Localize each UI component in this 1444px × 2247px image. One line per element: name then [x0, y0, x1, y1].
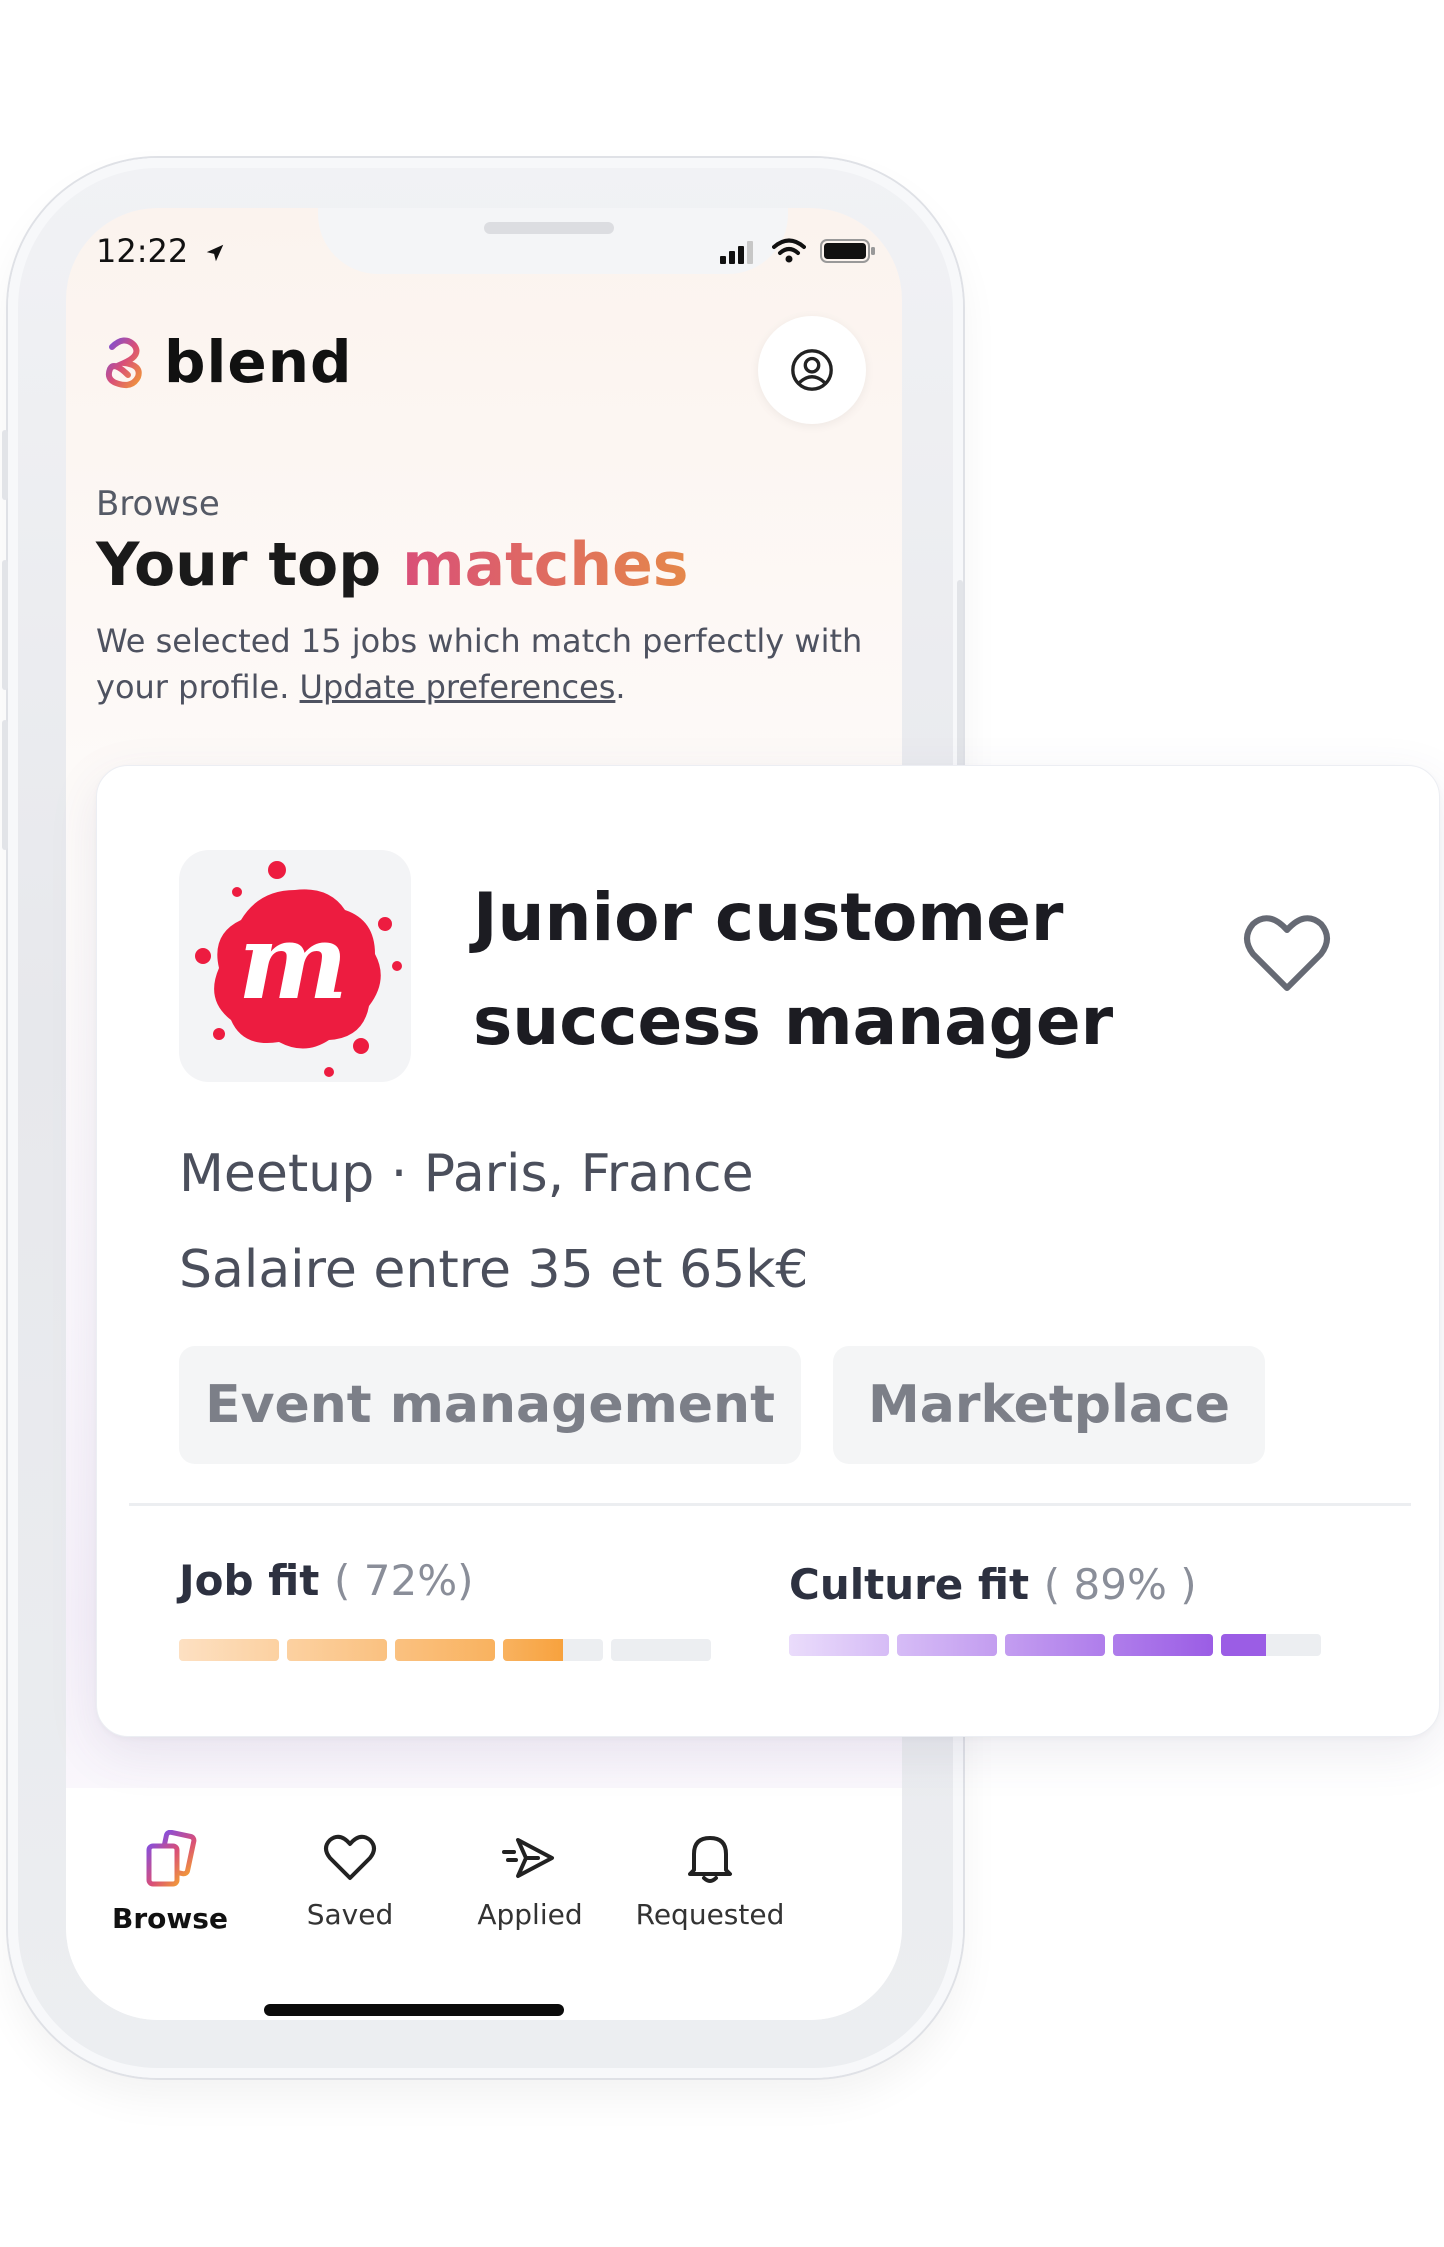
culture-fit-segment	[1005, 1634, 1105, 1656]
job-fit-segment	[503, 1639, 603, 1661]
meetup-logo-icon: m	[195, 861, 402, 1077]
job-fit-segment-fill	[503, 1639, 563, 1661]
culture-fit-percent: ( 89% )	[1043, 1560, 1197, 1609]
job-fit-percent: ( 72%)	[334, 1556, 474, 1605]
cellular-signal-icon	[720, 241, 753, 264]
phone-mute-switch	[2, 430, 8, 500]
tag-event-management: Event management	[179, 1346, 801, 1464]
bell-icon	[688, 1836, 732, 1883]
status-bar-time: 12:22	[96, 232, 226, 270]
blend-logo-icon	[105, 337, 142, 388]
profile-button[interactable]	[758, 316, 866, 424]
culture-fit-segment	[897, 1634, 997, 1656]
company-logo-letter: m	[238, 900, 348, 1023]
phone-speaker	[484, 222, 614, 234]
nav-item-requested[interactable]: Requested	[620, 1830, 800, 1931]
nav-item-applied[interactable]: Applied	[440, 1830, 620, 1931]
phone-power-button	[957, 580, 963, 780]
job-fit-segment-fill	[179, 1639, 279, 1661]
culture-fit-progress-bar	[789, 1634, 1321, 1656]
card-divider	[129, 1503, 1411, 1506]
subtitle-end: .	[615, 668, 626, 706]
page-subtitle: We selected 15 jobs which match perfectl…	[96, 618, 876, 710]
culture-fit-segment	[1221, 1634, 1321, 1656]
job-title-line-2: success manager	[473, 983, 1114, 1060]
job-fit-segment	[611, 1639, 711, 1661]
page-title-accent: matches	[402, 530, 689, 600]
page-title-plain: Your top	[96, 530, 403, 600]
salary-range: Salaire entre 35 et 65k€	[179, 1240, 809, 1300]
save-job-button[interactable]	[1239, 906, 1335, 1002]
job-title-line-1: Junior customer	[473, 879, 1064, 956]
home-indicator	[264, 2004, 564, 2016]
phone-volume-up	[2, 560, 8, 690]
nav-label-requested: Requested	[635, 1898, 785, 1931]
status-bar-icons	[720, 238, 876, 264]
culture-fit-segment-fill	[789, 1634, 889, 1656]
culture-fit-segment	[789, 1634, 889, 1656]
battery-icon	[820, 239, 875, 263]
culture-fit-segment-fill	[1221, 1634, 1266, 1656]
browse-cards-icon	[146, 1829, 197, 1887]
app-logo: blend	[102, 328, 353, 396]
tag-marketplace: Marketplace	[833, 1346, 1265, 1464]
job-title: Junior customer success manager	[473, 866, 1173, 1074]
update-preferences-link[interactable]: Update preferences	[300, 668, 616, 706]
culture-fit-segment-fill	[897, 1634, 997, 1656]
job-fit-segment	[287, 1639, 387, 1661]
phone-notch	[318, 208, 788, 274]
nav-item-saved[interactable]: Saved	[260, 1830, 440, 1931]
location-arrow-icon	[207, 244, 224, 262]
company-location: Meetup · Paris, France	[179, 1144, 754, 1204]
phone-volume-down	[2, 720, 8, 850]
culture-fit-label-text: Culture fit	[789, 1560, 1030, 1609]
job-card[interactable]: m Junior customer success manager Meetup…	[96, 765, 1440, 1737]
job-fit-segment	[179, 1639, 279, 1661]
bottom-nav: Browse Saved Applied Requested	[66, 1788, 902, 2020]
company-logo: m	[179, 850, 411, 1082]
nav-label-saved: Saved	[306, 1898, 394, 1931]
job-fit-segment-fill	[395, 1639, 495, 1661]
nav-label-applied: Applied	[477, 1898, 583, 1931]
job-fit-segment	[395, 1639, 495, 1661]
heart-outline-icon	[1244, 915, 1330, 991]
nav-item-browse[interactable]: Browse	[80, 1829, 260, 1935]
send-icon	[502, 1838, 554, 1878]
job-fit-label: Job fit ( 72%)	[179, 1556, 474, 1605]
culture-fit-label: Culture fit ( 89% )	[789, 1560, 1197, 1609]
culture-fit-segment-fill	[1005, 1634, 1105, 1656]
job-fit-label-text: Job fit	[179, 1556, 320, 1605]
app-name: blend	[164, 328, 353, 396]
culture-fit-segment	[1113, 1634, 1213, 1656]
status-time-text: 12:22	[96, 232, 189, 270]
job-fit-progress-bar	[179, 1639, 711, 1661]
wifi-icon	[772, 238, 806, 263]
breadcrumb: Browse	[96, 484, 220, 524]
job-fit-segment-fill	[287, 1639, 387, 1661]
heart-icon	[324, 1834, 376, 1880]
culture-fit-segment-fill	[1113, 1634, 1213, 1656]
page-title: Your top matches	[96, 530, 688, 600]
user-profile-icon	[791, 349, 833, 391]
nav-label-browse: Browse	[112, 1902, 228, 1935]
